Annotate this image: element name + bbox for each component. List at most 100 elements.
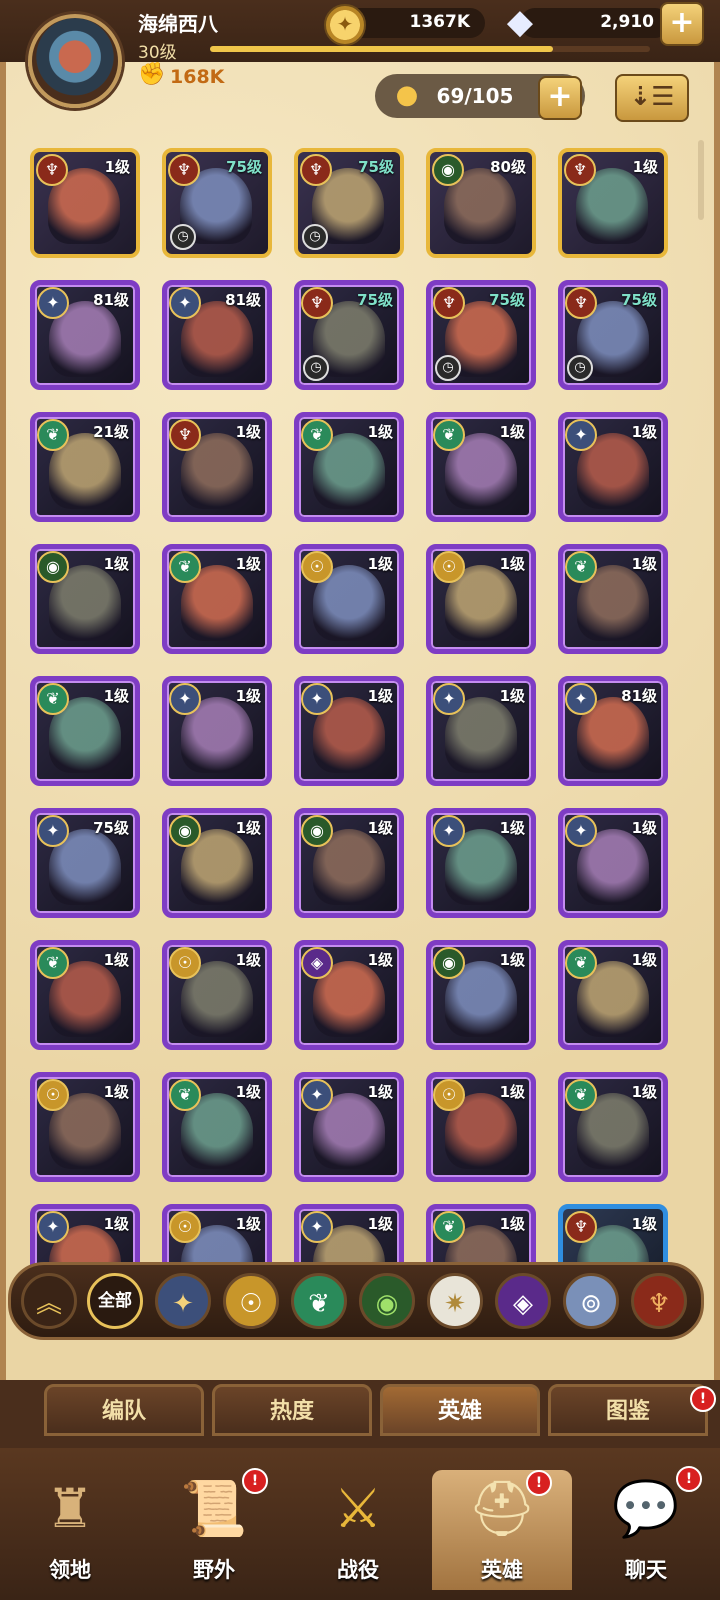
nav-chat[interactable]: 💬 聊天 !	[576, 1466, 716, 1590]
field-notification-badge: !	[242, 1468, 268, 1494]
hero-card[interactable]: ◉ 1级	[30, 544, 140, 654]
hero-card[interactable]: ✦ 1级	[426, 676, 536, 786]
mythic-filter-icon[interactable]: ⊚	[563, 1273, 619, 1329]
hero-card[interactable]: ✦ 1级	[162, 676, 272, 786]
hero-card[interactable]: ❦ 1级	[558, 544, 668, 654]
chat-bubble-icon: 💬	[612, 1477, 680, 1540]
hero-card[interactable]: ✦ 1级	[558, 412, 668, 522]
hero-card[interactable]: ♆ 75级 ◷	[426, 280, 536, 390]
tab-formation[interactable]: 编队	[44, 1384, 204, 1436]
hero-card[interactable]: ♆ 75级 ◷	[294, 148, 404, 258]
hero-card[interactable]: ❦ 1级	[30, 940, 140, 1050]
hero-card[interactable]: ✦ 1级	[558, 808, 668, 918]
hero-level: 1级	[499, 819, 525, 837]
hero-card[interactable]: ✦ 81级	[30, 280, 140, 390]
maulers-faction-icon: ♆	[565, 287, 597, 319]
hero-card[interactable]: ☉ 1级	[294, 544, 404, 654]
lightbearer-faction-icon: ✦	[565, 683, 597, 715]
dimensional-filter-icon[interactable]: ☉	[223, 1273, 279, 1329]
hero-level: 1级	[499, 687, 525, 705]
hero-card[interactable]: ☉ 1级	[426, 1072, 536, 1182]
maulers-faction-icon: ♆	[433, 287, 465, 319]
tab-heroes[interactable]: 英雄	[380, 1384, 540, 1436]
hero-level: 1级	[235, 555, 261, 573]
hero-card[interactable]: ❦ 1级	[294, 412, 404, 522]
collapse-chevron-icon[interactable]: ︽	[21, 1273, 77, 1329]
hero-card[interactable]: ♆ 75级 ◷	[162, 148, 272, 258]
nav-territory[interactable]: ♜ 领地	[0, 1470, 140, 1590]
maulers-faction-icon: ♆	[168, 154, 200, 186]
hypogean-filter-icon[interactable]: ◈	[495, 1273, 551, 1329]
filter-all-button[interactable]: 全部	[87, 1273, 143, 1329]
hero-card[interactable]: ✦ 1级	[30, 1204, 140, 1270]
hero-card[interactable]: ◉ 1级	[426, 940, 536, 1050]
hero-card[interactable]: ☉ 1级	[162, 1204, 272, 1270]
hero-level: 75级	[93, 819, 129, 837]
nav-field[interactable]: 📜 野外 !	[144, 1468, 284, 1590]
nav-chat-label: 聊天	[625, 1558, 667, 1582]
player-name: 海绵西八	[138, 12, 218, 36]
hero-card[interactable]: ❦ 1级	[558, 940, 668, 1050]
wilder-faction-icon: ❦	[433, 419, 465, 451]
hero-card[interactable]: ☉ 1级	[426, 544, 536, 654]
hero-card[interactable]: ❦ 1级	[426, 412, 536, 522]
hero-card[interactable]: ✦ 1级	[294, 1072, 404, 1182]
hero-card[interactable]: ✦ 75级	[30, 808, 140, 918]
celestial-filter-icon[interactable]: ✷	[427, 1273, 483, 1329]
add-gems-button[interactable]: +	[660, 2, 704, 46]
graveborn-filter-icon[interactable]: ◉	[359, 1273, 415, 1329]
hero-card[interactable]: ◉ 1级	[294, 808, 404, 918]
hero-card[interactable]: ❦ 1级	[162, 1072, 272, 1182]
player-avatar[interactable]	[28, 14, 122, 108]
tab-popularity[interactable]: 热度	[212, 1384, 372, 1436]
maulers-filter-icon[interactable]: ♆	[631, 1273, 687, 1329]
hero-card[interactable]: ◈ 1级	[294, 940, 404, 1050]
hero-level: 1级	[631, 1083, 657, 1101]
nav-heroes-label: 英雄	[481, 1558, 523, 1582]
lightbearer-filter-icon[interactable]: ✦	[155, 1273, 211, 1329]
diamond-icon: ◆	[506, 2, 534, 42]
nav-heroes[interactable]: ⛑ 英雄 !	[432, 1470, 572, 1590]
sort-button[interactable]: ⇣☰	[615, 74, 689, 122]
hero-card[interactable]: ♆ 1级	[558, 148, 668, 258]
hero-level: 1级	[235, 951, 261, 969]
maulers-faction-icon: ♆	[300, 154, 332, 186]
nav-campaign-label: 战役	[337, 1558, 379, 1582]
maulers-faction-icon: ♆	[565, 1211, 597, 1243]
hero-card[interactable]: ❦ 1级	[558, 1072, 668, 1182]
wilder-filter-icon[interactable]: ❦	[291, 1273, 347, 1329]
hero-level: 1级	[631, 1215, 657, 1233]
hero-card[interactable]: ✦ 1级	[294, 676, 404, 786]
hero-level: 1级	[235, 1215, 261, 1233]
graveborn-faction-icon: ◉	[37, 551, 69, 583]
hero-card[interactable]: ✦ 1级	[426, 808, 536, 918]
hero-card[interactable]: ☉ 1级	[162, 940, 272, 1050]
hero-card[interactable]: ◉ 1级	[162, 808, 272, 918]
hero-card[interactable]: ❦ 1级	[426, 1204, 536, 1270]
hero-card[interactable]: ♆ 1级	[30, 148, 140, 258]
hero-card[interactable]: ♆ 75级 ◷	[294, 280, 404, 390]
hero-card[interactable]: ♆ 1级	[558, 1204, 668, 1270]
hero-level: 1级	[235, 819, 261, 837]
hero-card[interactable]: ♆ 75级 ◷	[558, 280, 668, 390]
clock-icon: ◷	[302, 224, 328, 250]
hero-card[interactable]: ❦ 1级	[162, 544, 272, 654]
hero-card[interactable]: ✦ 81级	[162, 280, 272, 390]
hero-level: 1级	[235, 687, 261, 705]
hero-card[interactable]: ❦ 21级	[30, 412, 140, 522]
player-level: 30级	[138, 43, 177, 63]
tab-collection[interactable]: 图鉴	[548, 1384, 708, 1436]
person-icon: ●	[395, 80, 419, 110]
scrollbar[interactable]	[698, 140, 704, 220]
lightbearer-faction-icon: ✦	[301, 683, 333, 715]
hero-card[interactable]: ♆ 1级	[162, 412, 272, 522]
hero-card[interactable]: ✦ 81级	[558, 676, 668, 786]
lightbearer-faction-icon: ✦	[301, 1211, 333, 1243]
hero-card[interactable]: ❦ 1级	[30, 676, 140, 786]
hero-card[interactable]: ☉ 1级	[30, 1072, 140, 1182]
nav-campaign[interactable]: ⚔ 战役	[288, 1470, 428, 1590]
maulers-faction-icon: ♆	[169, 419, 201, 451]
expand-hero-slots-button[interactable]: +	[538, 76, 582, 120]
hero-card[interactable]: ◉ 80级	[426, 148, 536, 258]
hero-card[interactable]: ✦ 1级	[294, 1204, 404, 1270]
